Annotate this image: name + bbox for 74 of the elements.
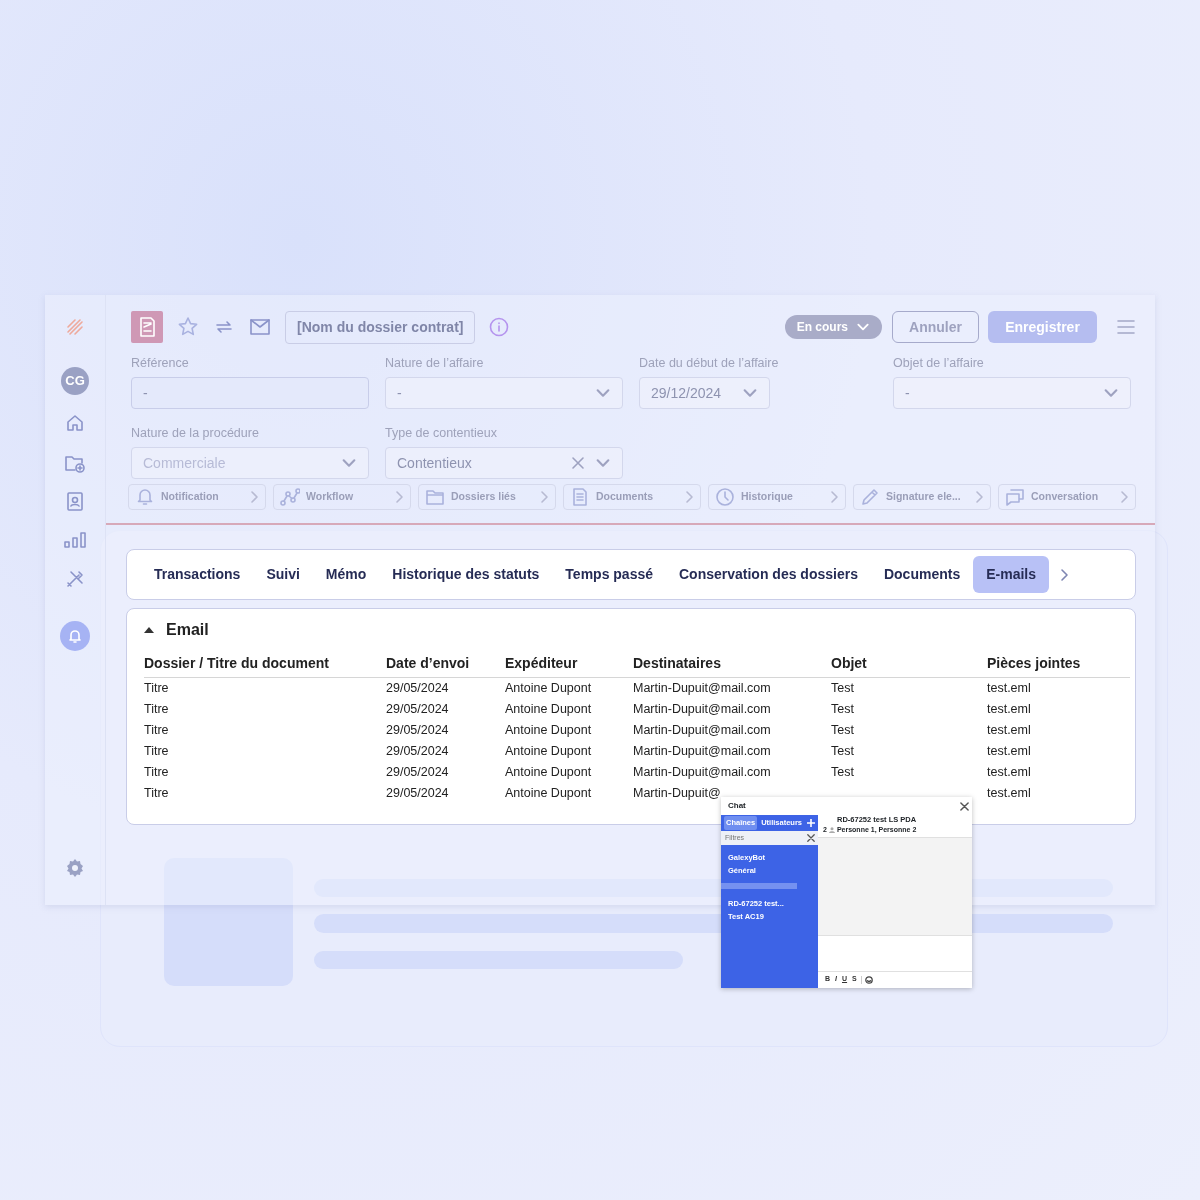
field-label: Nature de la procédure xyxy=(131,425,260,442)
chat-title: Chat xyxy=(728,800,747,812)
shortcut-button[interactable]: Documents xyxy=(563,484,701,510)
save-button[interactable]: Enregistrer xyxy=(988,311,1097,343)
column-header: Pièces jointes xyxy=(987,653,1130,678)
field-label: Date du début de l’affaire xyxy=(639,355,780,372)
table-cell: Test xyxy=(831,743,854,758)
tab[interactable]: Documents xyxy=(870,556,974,593)
table-cell: 29/05/2024 xyxy=(386,680,449,695)
table-cell: Martin-Dupuit@mail.com xyxy=(633,722,771,737)
table-cell: Antoine Dupont xyxy=(505,764,592,779)
shortcut-button[interactable]: Conversation xyxy=(998,484,1136,510)
dropdown-field[interactable]: - xyxy=(385,377,623,409)
table-cell: Antoine Dupont xyxy=(505,680,592,695)
table-cell: Test xyxy=(831,701,854,716)
table-cell: Test xyxy=(831,680,854,695)
shortcut-button[interactable]: Historique xyxy=(708,484,846,510)
column-header: Date d’envoi xyxy=(386,653,505,678)
cancel-button[interactable]: Annuler xyxy=(892,311,979,343)
shortcut-button[interactable]: Signature ele... xyxy=(853,484,991,510)
table-cell: Test xyxy=(831,764,854,779)
input-field[interactable]: - xyxy=(131,377,369,409)
field-label: Type de contentieux xyxy=(385,425,498,442)
table-cell: Titre xyxy=(144,785,169,800)
table-cell: Martin-Dupuit@ xyxy=(633,785,721,800)
tab[interactable]: Mémo xyxy=(312,556,380,593)
tab[interactable]: Suivi xyxy=(253,556,313,593)
dossier-title: [Nom du dossier contrat] xyxy=(285,310,476,344)
table-cell: Antoine Dupont xyxy=(505,722,592,737)
table-cell: test.eml xyxy=(987,743,1031,758)
table-cell: Test xyxy=(831,722,854,737)
field-label: Objet de l’affaire xyxy=(893,355,985,372)
dropdown-field[interactable]: Contentieux xyxy=(385,447,623,479)
field-label: Nature de l’affaire xyxy=(385,355,485,372)
table-cell: Titre xyxy=(144,722,169,737)
column-header: Expéditeur xyxy=(505,653,633,678)
shortcut-button[interactable]: Notification xyxy=(128,484,266,510)
table-cell: test.eml xyxy=(987,701,1031,716)
status-dropdown[interactable]: En cours xyxy=(784,315,882,339)
table-cell: test.eml xyxy=(987,680,1031,695)
tab[interactable]: Transactions xyxy=(141,556,254,593)
column-header: Destinataires xyxy=(633,653,831,678)
tab[interactable]: Temps passé xyxy=(552,556,666,593)
field-label: Référence xyxy=(131,355,190,372)
shortcut-button[interactable]: Dossiers liés xyxy=(418,484,556,510)
column-header: Dossier / Titre du document xyxy=(144,653,386,678)
table-cell: 29/05/2024 xyxy=(386,743,449,758)
table-cell: Martin-Dupuit@mail.com xyxy=(633,764,771,779)
table-cell: Titre xyxy=(144,743,169,758)
table-cell: test.eml xyxy=(987,785,1031,800)
tab[interactable]: Conservation des dossiers xyxy=(666,556,871,593)
table-cell: test.eml xyxy=(987,722,1031,737)
table-cell: Antoine Dupont xyxy=(505,701,592,716)
table-cell: 29/05/2024 xyxy=(386,785,449,800)
table-cell: Antoine Dupont xyxy=(505,743,592,758)
table-cell: 29/05/2024 xyxy=(386,764,449,779)
table-cell: Titre xyxy=(144,701,169,716)
shortcut-button[interactable]: Workflow xyxy=(273,484,411,510)
table-cell: Martin-Dupuit@mail.com xyxy=(633,743,771,758)
table-cell: Martin-Dupuit@mail.com xyxy=(633,701,771,716)
dropdown-field[interactable]: - xyxy=(893,377,1131,409)
column-header: Objet xyxy=(831,653,987,678)
table-cell: Antoine Dupont xyxy=(505,785,592,800)
table-cell: Martin-Dupuit@mail.com xyxy=(633,680,771,695)
table-cell: 29/05/2024 xyxy=(386,701,449,716)
tab[interactable]: Historique des statuts xyxy=(379,556,553,593)
avatar[interactable]: CG xyxy=(61,367,89,395)
table-cell: Titre xyxy=(144,680,169,695)
section-title: Email xyxy=(166,620,209,640)
table-cell: 29/05/2024 xyxy=(386,722,449,737)
table-cell: Titre xyxy=(144,764,169,779)
table-cell: test.eml xyxy=(987,764,1031,779)
tab[interactable]: E-mails xyxy=(973,556,1049,593)
dropdown-field[interactable]: 29/12/2024 xyxy=(639,377,770,409)
